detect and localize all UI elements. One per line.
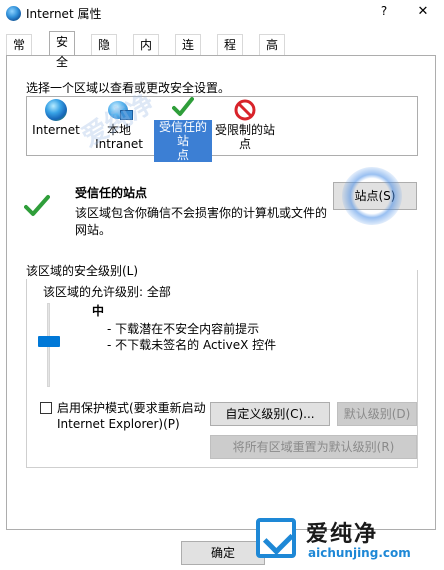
zone-label: Internet	[32, 123, 80, 137]
zone-restricted-sites[interactable]: 受限制的站 点	[214, 99, 276, 151]
protected-mode-checkbox[interactable]	[40, 402, 52, 414]
watermark-brand: 爱纯净	[306, 522, 379, 547]
help-button[interactable]: ?	[374, 4, 394, 22]
protected-mode-label: 启用保护模式(要求重新启动 Internet Explorer)(P)	[57, 401, 206, 431]
tab-content[interactable]: 内容	[133, 34, 160, 72]
tab-security[interactable]: 安全	[49, 31, 76, 69]
watermark-url: aichunjing.com	[308, 546, 411, 560]
tab-programs[interactable]: 程序	[217, 34, 244, 72]
security-level-item: - 下载潜在不安全内容前提示	[107, 322, 260, 336]
watermark-logo-icon	[256, 518, 296, 558]
tab-connections[interactable]: 连接	[175, 34, 202, 72]
sites-button[interactable]: 站点(S)	[333, 182, 417, 210]
tab-privacy[interactable]: 隐私	[91, 34, 118, 72]
watermark-logo: 爱纯净 aichunjing.com	[250, 514, 440, 566]
default-level-button: 默认级别(D)	[337, 402, 417, 426]
allowed-levels: 该区域的允许级别: 全部	[43, 285, 171, 299]
custom-level-button[interactable]: 自定义级别(C)...	[210, 402, 330, 426]
zone-trusted-sites[interactable]: 受信任的站 点	[154, 96, 212, 162]
trusted-checkmark-icon	[24, 195, 50, 216]
reset-all-zones-button: 将所有区域重置为默认级别(R)	[210, 435, 417, 459]
window-title: Internet 属性	[26, 7, 102, 21]
security-level-legend: 该区域的安全级别(L)	[26, 262, 143, 279]
zone-title: 受信任的站点	[75, 186, 148, 200]
title-bar: Internet 属性 ? ✕	[0, 0, 444, 28]
zone-description: 该区域包含你确信不会损害你的计算机或文件的网站。	[75, 206, 328, 237]
zone-label: 受限制的站 点	[214, 123, 275, 151]
internet-explorer-icon	[6, 6, 21, 21]
checkmark-icon	[172, 97, 194, 116]
no-entry-icon	[234, 99, 256, 121]
globe-icon	[45, 99, 67, 121]
security-level-slider-thumb[interactable]	[38, 335, 60, 347]
tab-general[interactable]: 常规	[6, 34, 33, 72]
security-level-name: 中	[92, 304, 105, 318]
security-level-item: - 不下载未签名的 ActiveX 控件	[107, 338, 277, 352]
tab-advanced[interactable]: 高级	[259, 34, 286, 72]
close-button[interactable]: ✕	[412, 4, 434, 22]
zone-label: 受信任的站 点	[154, 120, 212, 162]
zone-internet[interactable]: Internet	[30, 99, 82, 137]
